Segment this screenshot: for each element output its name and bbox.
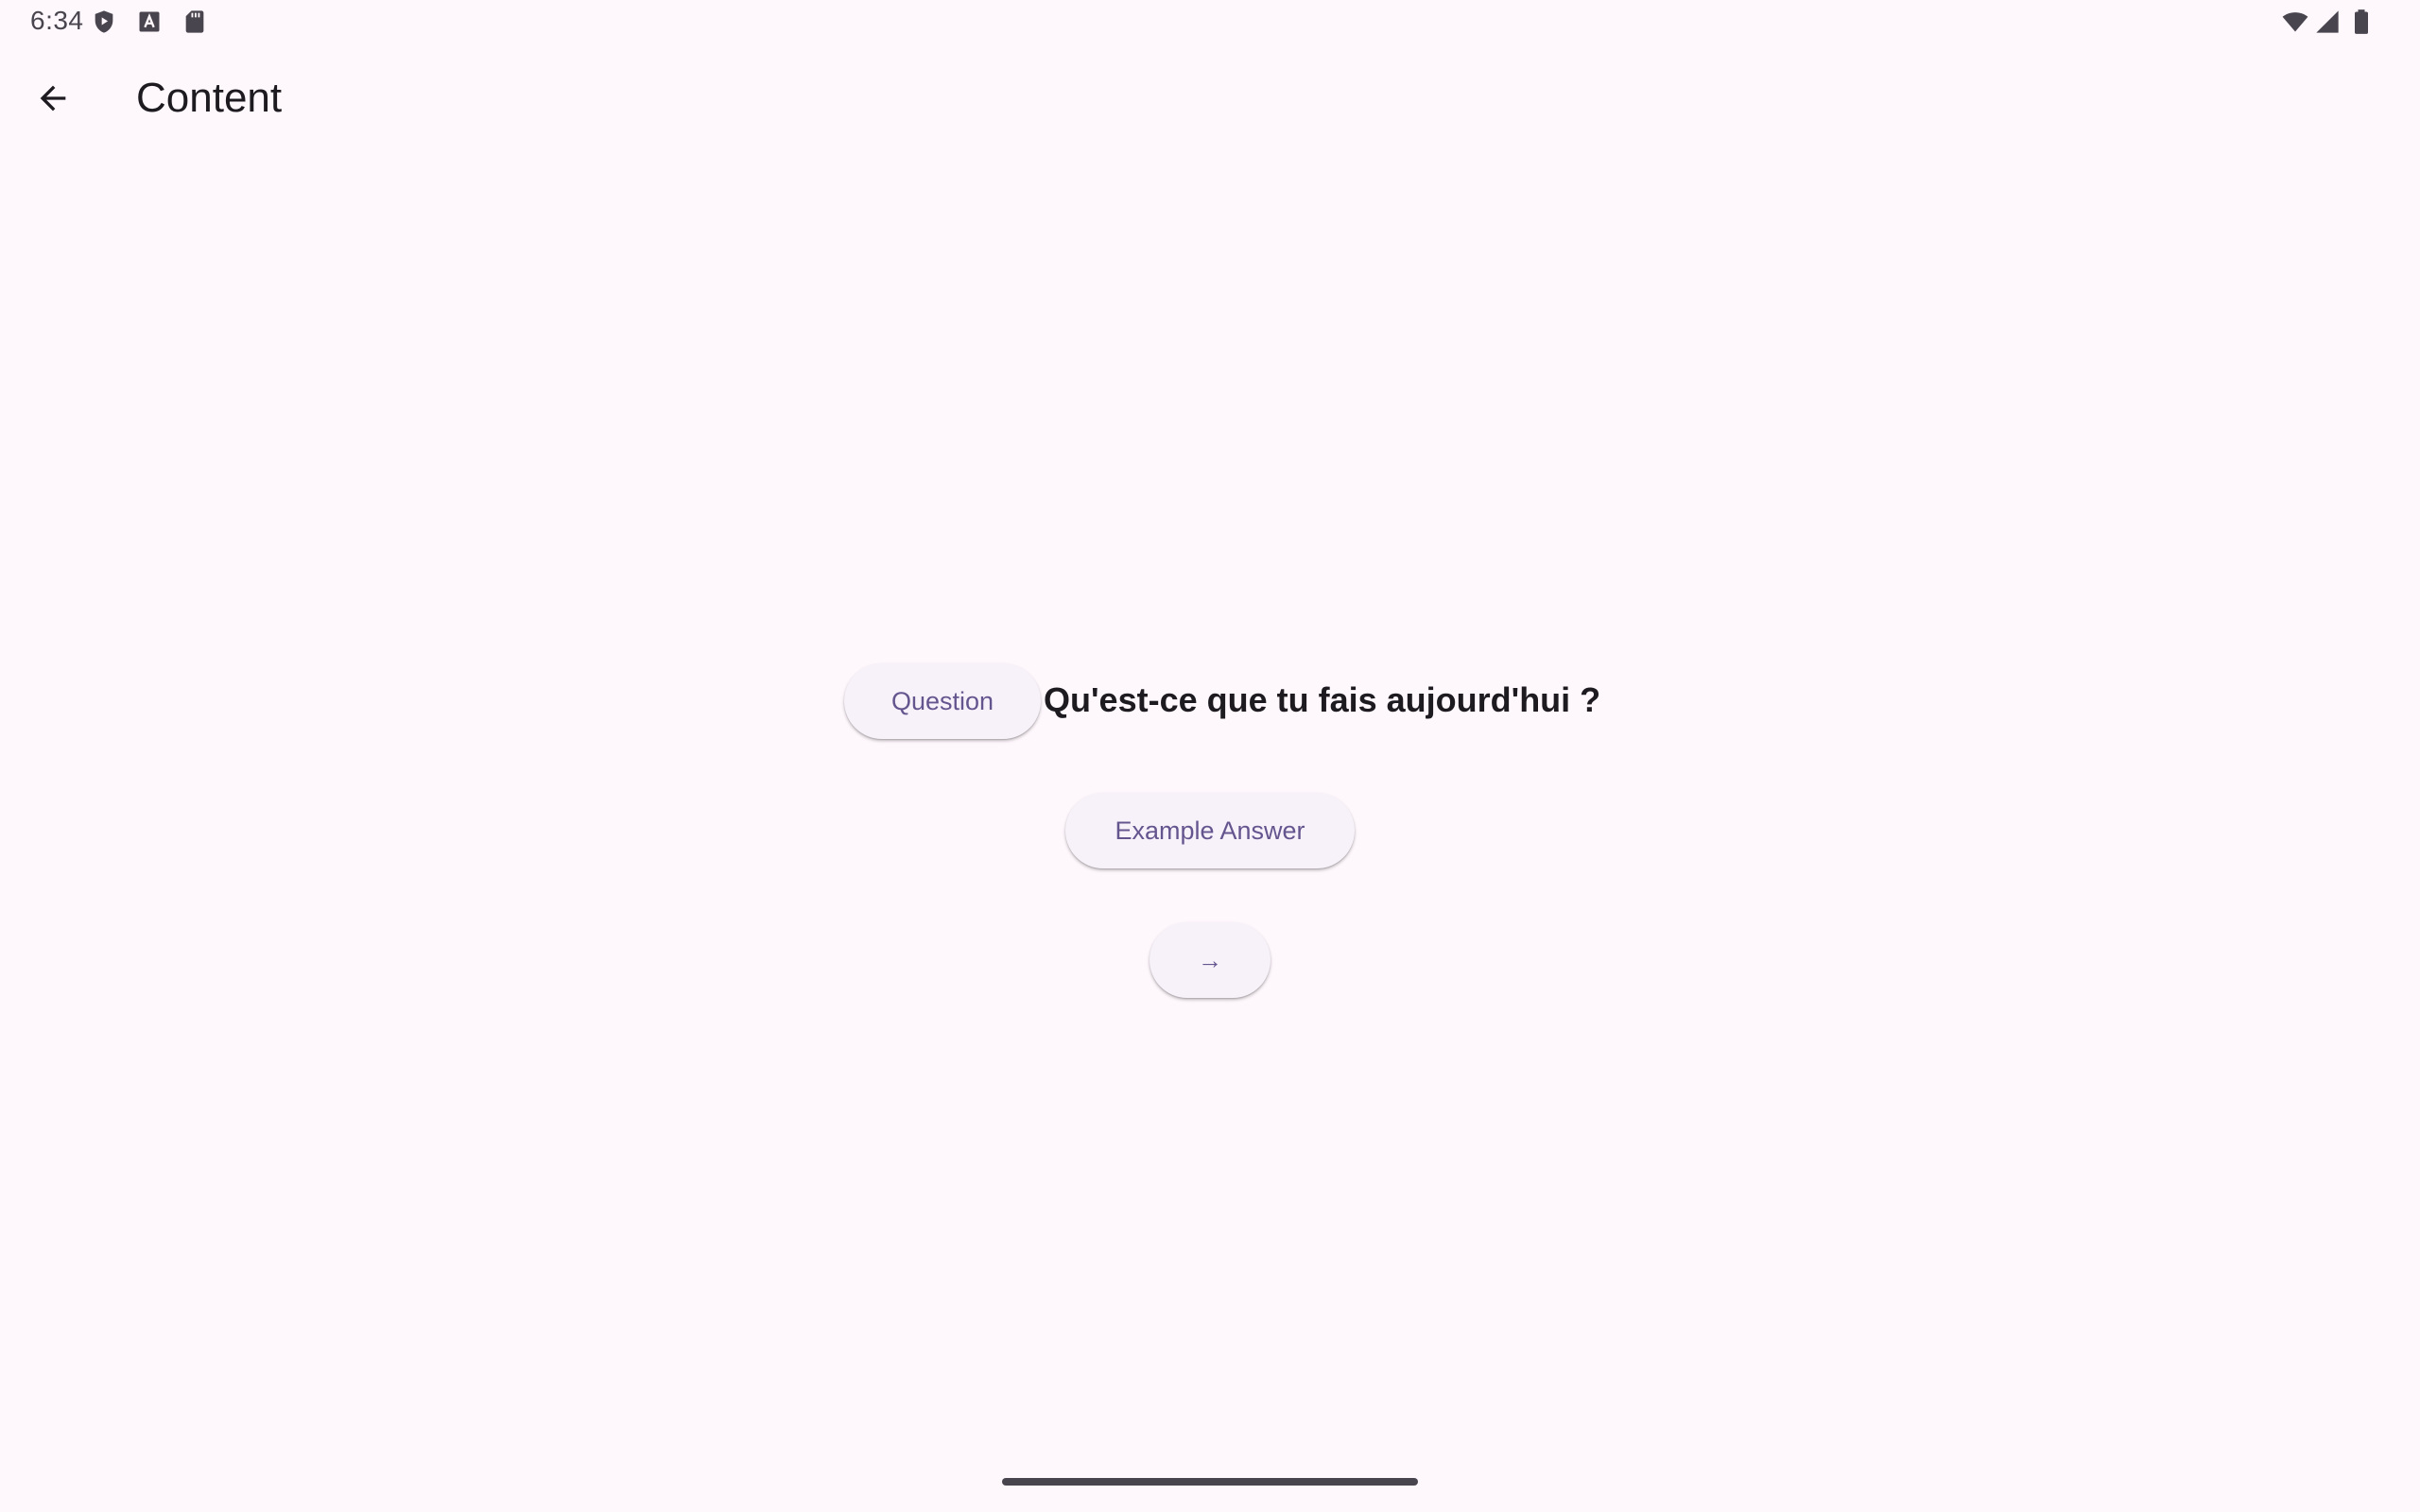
- battery-icon: [2348, 9, 2375, 35]
- screen: 6:34 Content Question Qu'est-ce que tu f…: [0, 0, 2420, 1512]
- question-row: Question Qu'est-ce que tu fais aujourd'h…: [0, 663, 2420, 741]
- page-title: Content: [136, 75, 283, 121]
- next-button[interactable]: →: [1150, 922, 1270, 998]
- example-answer-button[interactable]: Example Answer: [1065, 793, 1355, 868]
- cell-signal-icon: [2314, 9, 2341, 35]
- wifi-icon: [2280, 9, 2310, 35]
- shield-play-icon: [91, 9, 117, 35]
- status-time: 6:34: [30, 6, 84, 35]
- status-bar: 6:34: [0, 0, 2420, 45]
- sd-card-icon: [182, 9, 208, 35]
- question-text: Qu'est-ce que tu fais aujourd'hui ?: [1044, 680, 1601, 719]
- gesture-nav-handle[interactable]: [1002, 1478, 1418, 1486]
- font-a-icon: [136, 9, 163, 35]
- back-button[interactable]: [23, 68, 83, 129]
- arrow-back-icon: [34, 79, 72, 117]
- app-bar: Content: [0, 53, 2420, 144]
- question-chip-button[interactable]: Question: [844, 663, 1041, 739]
